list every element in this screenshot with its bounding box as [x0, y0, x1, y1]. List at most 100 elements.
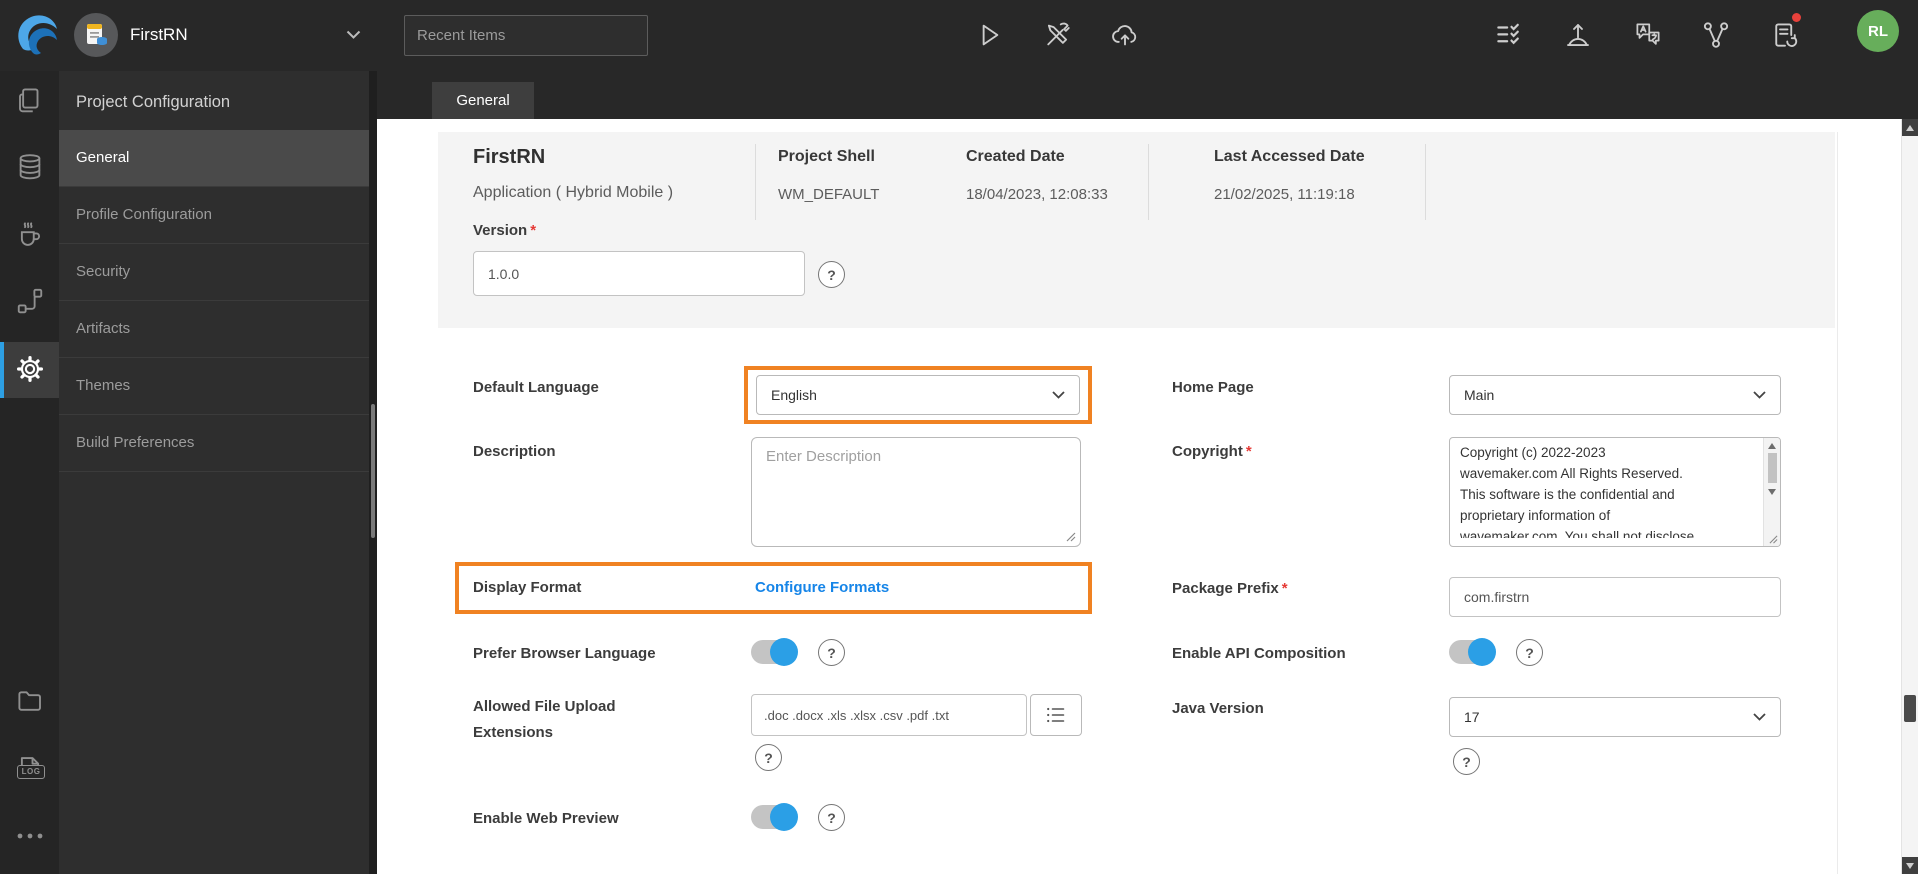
allowed-extensions-help-icon[interactable]: ? — [755, 744, 782, 771]
copyright-text: Copyright (c) 2022-2023 wavemaker.com Al… — [1460, 445, 1695, 538]
run-preview-button[interactable] — [973, 20, 1003, 50]
rail-database-button[interactable] — [15, 152, 45, 182]
sidebar-item-security[interactable]: Security — [59, 244, 369, 301]
tools-icon — [1047, 22, 1070, 46]
java-version-select[interactable]: 17 — [1449, 697, 1781, 737]
ellipsis-icon — [17, 833, 43, 839]
default-language-label: Default Language — [473, 379, 599, 396]
java-version-label: Java Version — [1172, 700, 1264, 717]
version-input[interactable] — [473, 251, 805, 296]
summary-divider — [755, 144, 756, 220]
chevron-down-icon — [1753, 391, 1766, 399]
enable-web-preview-toggle[interactable] — [751, 803, 798, 831]
pages-icon — [19, 88, 39, 113]
help-glyph: ? — [827, 809, 836, 826]
package-prefix-label-text: Package Prefix — [1172, 580, 1279, 597]
sidebar-scrollbar-thumb[interactable] — [371, 404, 375, 538]
allowed-extensions-label-line2: Extensions — [473, 724, 554, 741]
rail-settings-button[interactable] — [15, 354, 45, 384]
resize-grip-icon[interactable] — [1066, 532, 1076, 542]
sidebar-item-artifacts[interactable]: Artifacts — [59, 301, 369, 358]
sidebar-item-general[interactable]: General — [59, 130, 369, 187]
project-switcher-chevron-icon[interactable] — [346, 30, 361, 39]
file-sync-button[interactable] — [1770, 20, 1800, 50]
list-icon — [1047, 707, 1065, 723]
project-avatar[interactable] — [74, 13, 118, 57]
required-asterisk: * — [1245, 443, 1252, 460]
copyright-label: Copyright * — [1172, 443, 1252, 461]
coffee-cup-icon — [20, 222, 40, 246]
enable-api-composition-toggle[interactable] — [1449, 638, 1496, 666]
resize-grip-icon[interactable] — [1769, 535, 1778, 544]
scroll-up-arrow[interactable] — [1768, 443, 1776, 449]
log-label: LOG — [17, 765, 45, 779]
rail-pages-button[interactable] — [15, 85, 45, 115]
description-label: Description — [473, 443, 556, 460]
default-language-select[interactable]: English — [756, 375, 1080, 415]
rail-logs-button[interactable]: LOG — [15, 753, 45, 783]
sidebar-item-profile-configuration[interactable]: Profile Configuration — [59, 187, 369, 244]
help-glyph: ? — [827, 266, 836, 283]
configure-formats-link[interactable]: Configure Formats — [755, 579, 889, 596]
java-version-help-icon[interactable]: ? — [1453, 748, 1480, 775]
version-label-text: Version — [473, 222, 528, 239]
description-textarea[interactable] — [751, 437, 1081, 547]
scroll-down-arrow[interactable] — [1768, 489, 1776, 495]
sidebar-item-build-preferences[interactable]: Build Preferences — [59, 415, 369, 472]
summary-divider — [1148, 144, 1149, 220]
enable-web-preview-help-icon[interactable]: ? — [818, 804, 845, 831]
created-date-value: 18/04/2023, 12:08:33 — [966, 186, 1108, 203]
export-project-button[interactable] — [1563, 20, 1593, 50]
translate-chat-icon — [1636, 23, 1660, 45]
branch-merge-icon — [1703, 22, 1729, 48]
version-help-icon[interactable]: ? — [818, 261, 845, 288]
project-type-icon — [87, 24, 107, 45]
project-summary-card — [438, 132, 1835, 328]
rail-files-button[interactable] — [15, 686, 45, 716]
user-avatar[interactable]: RL — [1857, 10, 1899, 52]
api-connector-icon — [17, 288, 43, 314]
page-scroll-down-arrow[interactable] — [1902, 857, 1918, 874]
tab-general[interactable]: General — [432, 82, 534, 119]
page-scrollbar[interactable] — [1901, 119, 1918, 874]
package-prefix-input[interactable] — [1449, 577, 1781, 617]
copyright-scrollbar[interactable] — [1763, 438, 1780, 546]
copyright-scroll-thumb[interactable] — [1767, 453, 1777, 483]
enable-api-composition-help-icon[interactable]: ? — [1516, 639, 1543, 666]
prefer-browser-language-help-icon[interactable]: ? — [818, 639, 845, 666]
project-checklist-button[interactable] — [1494, 20, 1524, 50]
copyright-textarea[interactable]: Copyright (c) 2022-2023 wavemaker.com Al… — [1449, 437, 1781, 547]
toggle-knob — [770, 638, 798, 666]
recent-items-input[interactable] — [404, 15, 648, 56]
deploy-button[interactable] — [1110, 20, 1140, 50]
sidebar-item-themes[interactable]: Themes — [59, 358, 369, 415]
prefer-browser-language-label: Prefer Browser Language — [473, 645, 656, 662]
page-scroll-thumb[interactable] — [1904, 695, 1916, 722]
home-page-select[interactable]: Main — [1449, 375, 1781, 415]
localization-button[interactable] — [1633, 20, 1663, 50]
wavemaker-studio: FirstRN Recent Items RL LOG Project Conf… — [0, 0, 1918, 874]
extensions-list-button[interactable] — [1030, 694, 1082, 736]
build-tools-button[interactable] — [1042, 20, 1072, 50]
play-icon — [982, 24, 999, 46]
project-name: FirstRN — [130, 25, 188, 44]
last-accessed-value: 21/02/2025, 11:19:18 — [1214, 186, 1355, 203]
project-shell-label: Project Shell — [778, 148, 875, 165]
prefer-browser-language-toggle[interactable] — [751, 638, 798, 666]
enable-api-composition-label: Enable API Composition — [1172, 645, 1346, 662]
chevron-down-icon — [1753, 713, 1766, 721]
rail-more-button[interactable] — [16, 830, 44, 842]
export-icon — [1567, 24, 1589, 46]
rail-apis-button[interactable] — [15, 286, 45, 316]
folder-icon — [18, 691, 41, 711]
notification-dot — [1792, 13, 1801, 22]
page-scroll-up-arrow[interactable] — [1902, 119, 1918, 136]
user-initials: RL — [1868, 22, 1888, 40]
allowed-extensions-input[interactable] — [751, 694, 1027, 736]
rail-java-services-button[interactable] — [15, 219, 45, 249]
help-glyph: ? — [764, 749, 773, 766]
version-control-button[interactable] — [1701, 20, 1731, 50]
file-sync-icon — [1775, 23, 1798, 47]
help-glyph: ? — [827, 644, 836, 661]
project-shell-value: WM_DEFAULT — [778, 186, 880, 203]
